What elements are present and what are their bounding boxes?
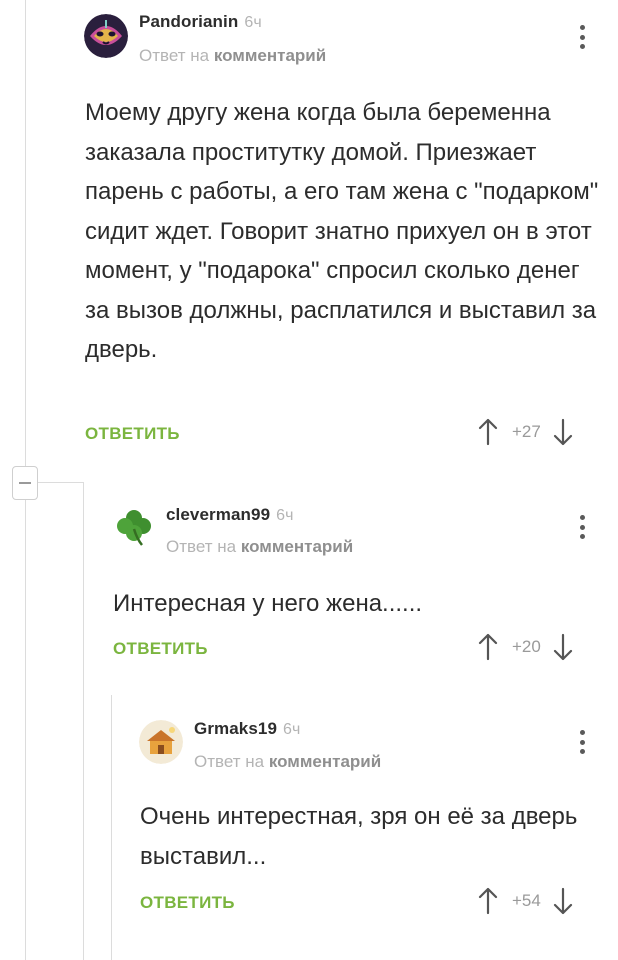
- more-options-icon[interactable]: [577, 730, 587, 754]
- avatar[interactable]: [139, 720, 183, 764]
- house-avatar-icon: [139, 720, 183, 764]
- comment-time: 6ч: [283, 721, 301, 738]
- author-name[interactable]: Grmaks19 6ч: [194, 719, 300, 739]
- upvote-arrow-icon[interactable]: [478, 887, 498, 915]
- vote-controls: +54: [478, 887, 573, 915]
- reply-to-label: Ответ на комментарий: [194, 752, 382, 771]
- downvote-arrow-icon[interactable]: [553, 887, 573, 915]
- reply-target-link[interactable]: комментарий: [269, 752, 381, 771]
- comment-text: Очень интерестная, зря он её за дверь вы…: [140, 803, 578, 870]
- rating-score: +54: [512, 891, 541, 910]
- comment-grmaks19: Grmaks19 6ч Ответ на комментарий Очень ин…: [0, 0, 618, 960]
- reply-button[interactable]: ОТВЕТИТЬ: [140, 893, 235, 913]
